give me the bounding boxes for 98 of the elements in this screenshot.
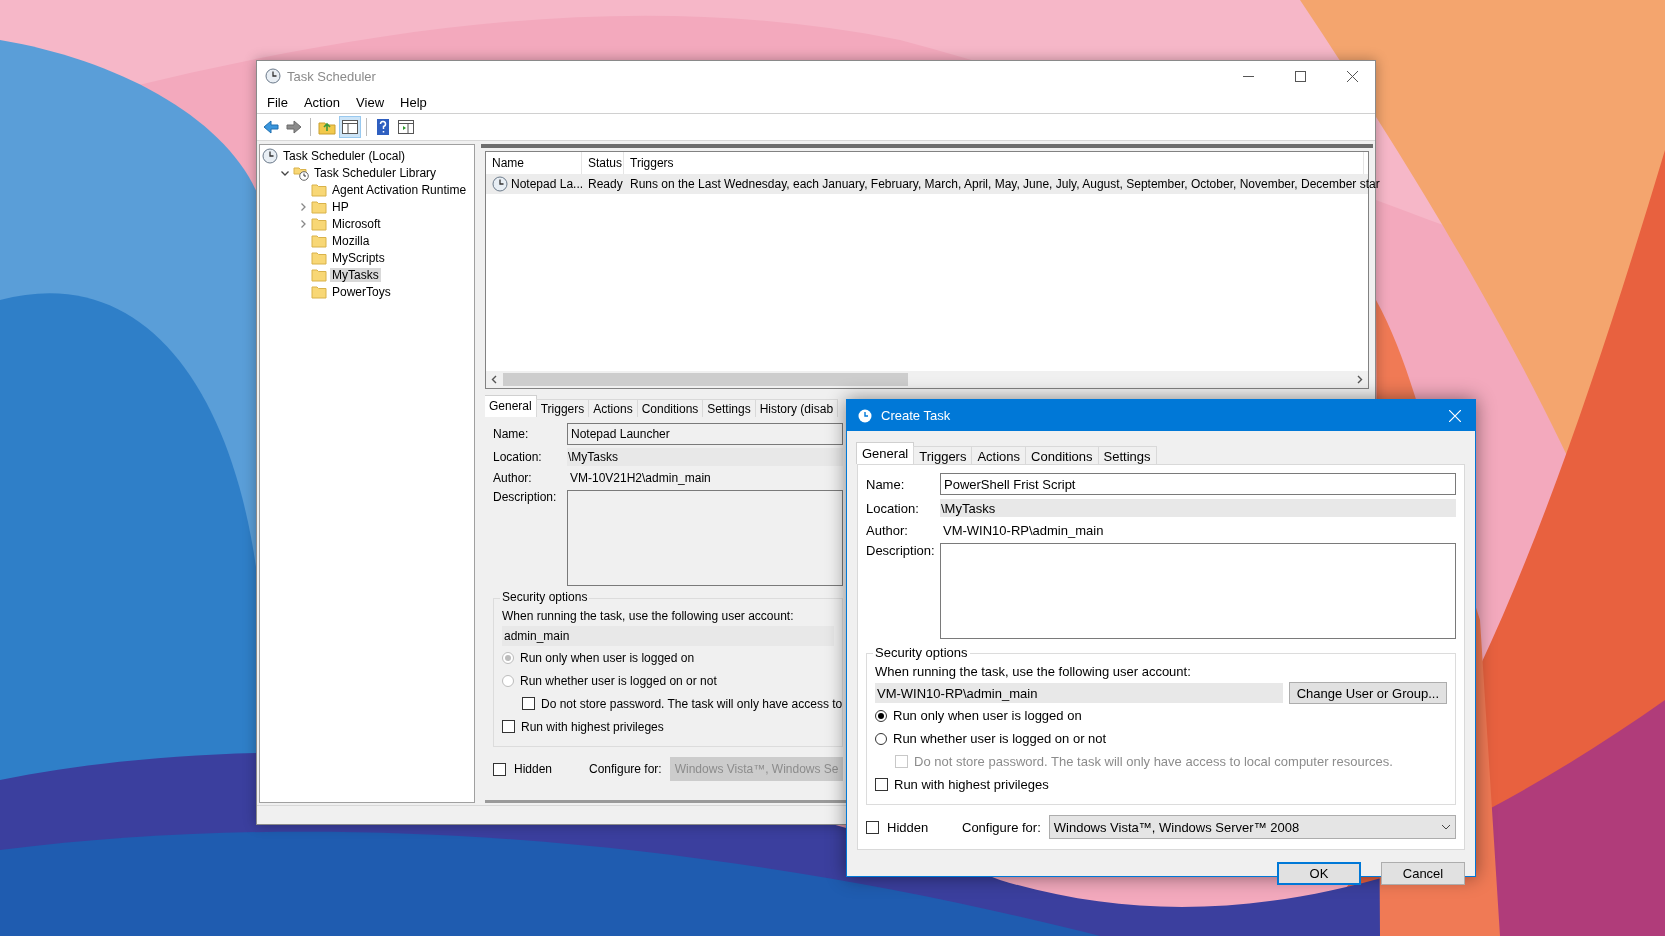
tab[interactable]: Conditions <box>1025 446 1099 464</box>
tab[interactable]: Triggers <box>913 446 973 464</box>
field-label: Name: <box>493 427 530 441</box>
window-title: Task Scheduler <box>287 68 377 84</box>
configure-label: Configure for: <box>962 819 1041 835</box>
account-prompt: When running the task, use the following user account: <box>875 664 1192 679</box>
tab[interactable]: Settings <box>702 399 756 417</box>
configure-label: Configure for: <box>589 762 662 776</box>
field-label: Author: <box>866 522 909 538</box>
field-label: Name: <box>866 476 906 492</box>
tree-item[interactable]: Task Scheduler Library <box>312 165 439 180</box>
tree-item[interactable]: Mozilla <box>330 233 372 248</box>
menu-item[interactable]: Help <box>392 92 435 112</box>
user-account-field: admin_main <box>502 626 834 646</box>
name-field[interactable]: PowerShell Frist Script <box>940 473 1456 495</box>
folder-icon <box>311 181 327 198</box>
tab[interactable]: General <box>856 442 915 464</box>
location-value: \MyTasks <box>940 499 1456 517</box>
back-arrow-icon <box>262 118 280 136</box>
group-title: Security options <box>873 645 970 660</box>
close-icon <box>1346 70 1358 82</box>
tab[interactable]: General <box>485 395 537 417</box>
change-user-button[interactable]: Change User or Group... <box>1288 682 1447 704</box>
tab[interactable]: Settings <box>1097 446 1157 464</box>
folder-icon <box>311 283 327 300</box>
author-value: VM-WIN10-RP\admin_main <box>942 521 1105 539</box>
tab[interactable]: Actions <box>971 446 1027 464</box>
folder-icon <box>311 232 327 249</box>
tree-item[interactable]: Agent Activation Runtime <box>330 182 469 197</box>
panel-icon <box>397 118 415 136</box>
field-label: Author: <box>493 471 533 485</box>
name-field[interactable]: Notepad Launcher <box>567 423 843 445</box>
radio-label: Run only when user is logged on <box>893 708 1082 723</box>
menu-item[interactable]: View <box>348 92 393 112</box>
tree-item[interactable]: Microsoft <box>330 216 383 231</box>
configure-dropdown[interactable]: Windows Vista™, Windows Server™ 2008 <box>1048 815 1456 839</box>
radio-button[interactable] <box>875 709 887 722</box>
radio-label: Run whether user is logged on or not <box>893 731 1107 746</box>
radio-label: Run whether user is logged on or not <box>520 673 717 688</box>
forward-button[interactable] <box>284 117 304 137</box>
folder-clock-icon <box>293 164 309 181</box>
help-icon <box>374 118 392 136</box>
chevron-right-icon[interactable] <box>298 218 308 229</box>
field-label: Description: <box>493 490 558 504</box>
folder-icon <box>311 215 327 232</box>
account-prompt: When running the task, use the following user account: <box>502 609 795 623</box>
forward-arrow-icon <box>285 118 303 136</box>
checkbox-label: Do not store password. The task will only have access to local computer resources. <box>914 754 1393 769</box>
dialog-button[interactable]: Cancel <box>1381 862 1465 885</box>
tab[interactable]: History (disab <box>754 399 839 417</box>
folder-icon <box>311 249 327 266</box>
menu-item[interactable]: Action <box>295 92 349 112</box>
checkbox-label: Hidden <box>514 762 553 776</box>
maximize-icon <box>1294 70 1306 82</box>
field-label: Description: <box>866 543 936 558</box>
author-value: VM-10V21H2\admin_main <box>569 470 712 487</box>
table-cell: Runs on the Last Wednesday, each January, February, March, April, May, June, July, August, September, October, November, December star <box>630 177 1380 191</box>
checkbox-label: Run with highest privileges <box>521 719 664 734</box>
dialog-title: Create Task <box>881 408 952 423</box>
panel-icon <box>341 118 359 136</box>
checkbox-label: Hidden <box>887 819 929 835</box>
table-cell: Ready <box>588 177 623 191</box>
checkbox[interactable] <box>502 720 515 733</box>
description-field[interactable] <box>940 543 1456 639</box>
horizontal-scrollbar[interactable] <box>486 371 1368 388</box>
folder-icon <box>311 266 327 283</box>
checkbox[interactable] <box>493 762 506 776</box>
radio-label: Run only when user is logged on <box>520 650 695 665</box>
tree-item[interactable]: HP <box>330 199 351 214</box>
radio-button[interactable] <box>875 732 887 745</box>
field-label: Location: <box>866 500 920 516</box>
dialog-button[interactable]: OK <box>1277 862 1361 885</box>
tree-item[interactable]: PowerToys <box>330 284 393 299</box>
clock-icon <box>262 147 278 164</box>
checkbox-label: Do not store password. The task will only have access to <box>541 696 843 711</box>
clock-icon <box>265 68 281 84</box>
checkbox[interactable] <box>875 778 888 791</box>
group-title: Security options <box>500 590 590 604</box>
checkbox[interactable] <box>522 697 535 710</box>
field-label: Location: <box>493 450 543 464</box>
action-pane-button[interactable] <box>396 117 416 137</box>
close-icon <box>1449 409 1461 422</box>
description-field[interactable] <box>567 490 843 586</box>
clock-icon <box>857 407 873 424</box>
table-cell: Notepad La... <box>511 177 584 191</box>
tree-item[interactable]: MyTasks <box>330 267 381 282</box>
back-button[interactable] <box>261 117 281 137</box>
checkbox[interactable] <box>866 820 879 834</box>
chevron-right-icon[interactable] <box>298 201 308 212</box>
checkbox-label: Run with highest privileges <box>894 777 1049 792</box>
tab[interactable]: Triggers <box>535 399 590 417</box>
console-tree-button[interactable] <box>340 117 360 137</box>
user-account-field: VM-WIN10-RP\admin_main <box>875 683 1283 703</box>
folder-icon <box>311 198 327 215</box>
location-value: \MyTasks <box>567 448 843 466</box>
menu-item[interactable]: File <box>259 92 296 112</box>
tree-item[interactable]: Task Scheduler (Local) <box>281 148 408 163</box>
tree-item[interactable]: MyScripts <box>330 250 387 265</box>
